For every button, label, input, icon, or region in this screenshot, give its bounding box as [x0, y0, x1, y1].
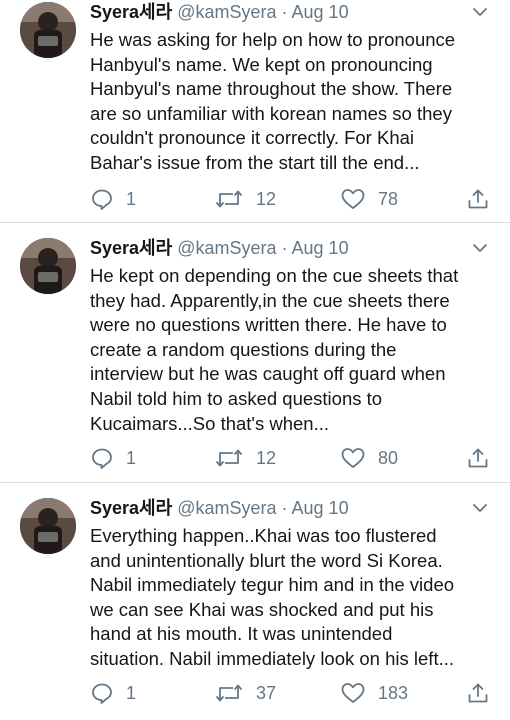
tweet-text: Everything happen..Khai was too flustere… [90, 524, 490, 672]
chevron-down-icon[interactable] [472, 6, 488, 18]
tweet-text-line: situation. Nabil immediately look on his… [90, 647, 455, 669]
tweet-text-line: are so unfamiliar with korean names so t… [90, 102, 452, 124]
action-bar: 1 12 78 [0, 185, 510, 213]
reply-icon [92, 448, 112, 469]
share-icon [468, 683, 488, 703]
reply-count: 1 [126, 188, 137, 209]
tweet-text-line: and unintentionally blurt the word Si Ko… [90, 549, 443, 571]
display-name[interactable]: Syera세라 [90, 238, 172, 258]
tweet[interactable]: Syera세라 @kamSyera · Aug 10 He was asking… [0, 0, 510, 222]
heart-icon [341, 189, 365, 209]
retweet-count: 37 [256, 682, 277, 703]
chevron-down-icon[interactable] [472, 242, 488, 254]
reply-icon [92, 189, 112, 210]
share-icon [468, 189, 488, 209]
like-count: 78 [378, 188, 399, 209]
reply-button[interactable]: 1 [90, 185, 136, 213]
reply-button[interactable]: 1 [90, 444, 136, 472]
retweet-icon [215, 449, 243, 467]
tweet-text-line: we can see Khai was shocked and put his [90, 598, 434, 620]
tweet-text-line: Nabil immediately tegur him and in the v… [90, 574, 455, 596]
like-button[interactable]: 183 [340, 679, 408, 707]
separator-dot: · [281, 2, 288, 22]
avatar[interactable] [20, 2, 76, 58]
username-handle[interactable]: @kamSyera [177, 2, 276, 22]
retweet-count: 12 [256, 447, 277, 468]
tweet-text-line: He kept on depending on the cue sheets t… [90, 265, 459, 286]
like-button[interactable]: 78 [340, 185, 398, 213]
tweet-feed: Syera세라 @kamSyera · Aug 10 He was asking… [0, 0, 510, 720]
tweet-header: Syera세라 @kamSyera · Aug 10 [90, 0, 474, 24]
share-button[interactable] [466, 444, 490, 472]
tweet-text-line: were no questions written there. He have… [90, 314, 447, 336]
tweet[interactable]: Syera세라 @kamSyera · Aug 10 Everything ha… [0, 496, 510, 720]
retweet-button[interactable]: 37 [214, 679, 276, 707]
share-icon [468, 448, 488, 468]
heart-icon [341, 448, 365, 468]
tweet-text-line: He was asking for help on how to pronoun… [90, 29, 456, 50]
divider [0, 482, 510, 483]
reply-button[interactable]: 1 [90, 679, 136, 707]
username-handle[interactable]: @kamSyera [177, 238, 276, 258]
tweet-text-line: couldn't pronounce it correctly. For Kha… [90, 127, 415, 149]
chevron-down-icon[interactable] [472, 502, 488, 514]
separator-dot: · [281, 498, 288, 518]
retweet-count: 12 [256, 188, 277, 209]
action-bar: 1 37 183 [0, 679, 510, 707]
like-button[interactable]: 80 [340, 444, 398, 472]
like-count: 80 [378, 447, 399, 468]
retweet-button[interactable]: 12 [214, 444, 276, 472]
display-name[interactable]: Syera세라 [90, 2, 172, 22]
tweet-date[interactable]: Aug 10 [292, 238, 349, 258]
share-button[interactable] [466, 185, 490, 213]
divider [0, 222, 510, 223]
tweet-text-line: they had. Apparently,in the cue sheets t… [90, 289, 450, 311]
retweet-icon [215, 684, 243, 702]
tweet-header: Syera세라 @kamSyera · Aug 10 [90, 236, 474, 260]
display-name[interactable]: Syera세라 [90, 498, 172, 518]
reply-icon [92, 683, 112, 704]
tweet-date[interactable]: Aug 10 [292, 498, 349, 518]
reply-count: 1 [126, 447, 137, 468]
tweet-text-line: hand at his mouth. It was unintended [90, 623, 393, 645]
username-handle[interactable]: @kamSyera [177, 498, 276, 518]
avatar[interactable] [20, 498, 76, 554]
tweet-text: He kept on depending on the cue sheets t… [90, 264, 490, 436]
share-button[interactable] [466, 679, 490, 707]
tweet-text-line: Kucaimars...So that's when... [90, 412, 330, 434]
tweet-text-line: Everything happen..Khai was too flustere… [90, 525, 437, 546]
retweet-button[interactable]: 12 [214, 185, 276, 213]
tweet-text-line: Hanbyul's name throughout the show. Ther… [90, 78, 453, 100]
tweet-date[interactable]: Aug 10 [292, 2, 349, 22]
heart-icon [341, 683, 365, 703]
tweet-text-line: Hanbyul's name. We kept on pronouncing [90, 53, 433, 75]
tweet-text-line: Nabil told him to asked questions to [90, 387, 383, 409]
retweet-icon [215, 190, 243, 208]
tweet-text: He was asking for help on how to pronoun… [90, 28, 490, 176]
separator-dot: · [281, 238, 288, 258]
tweet-text-line: Bahar's issue from the start till the en… [90, 151, 420, 173]
tweet[interactable]: Syera세라 @kamSyera · Aug 10 He kept on de… [0, 236, 510, 482]
avatar[interactable] [20, 238, 76, 294]
tweet-text-line: interview but he was caught off guard wh… [90, 363, 446, 385]
action-bar: 1 12 80 [0, 444, 510, 472]
tweet-header: Syera세라 @kamSyera · Aug 10 [90, 496, 474, 520]
like-count: 183 [378, 682, 409, 703]
tweet-text-line: create a random questions during the [90, 338, 397, 360]
reply-count: 1 [126, 682, 137, 703]
